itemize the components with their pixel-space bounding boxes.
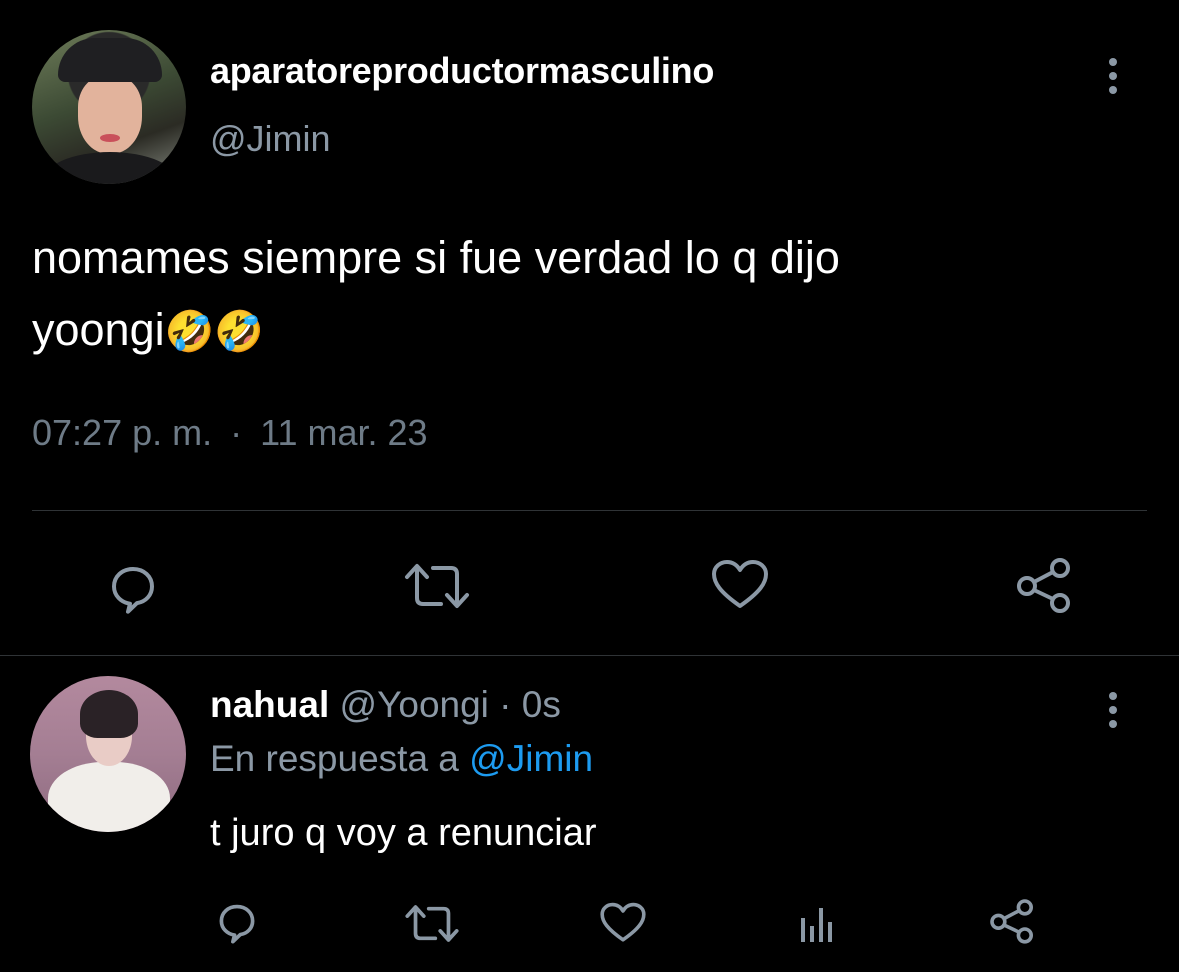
reply-tweet-avatar[interactable] xyxy=(30,676,186,832)
avatar-hair xyxy=(80,690,138,738)
avatar-shoulder xyxy=(42,152,178,184)
reply-icon[interactable] xyxy=(214,900,260,946)
retweet-icon[interactable] xyxy=(403,560,471,612)
reply-to-handle-link[interactable]: @Jimin xyxy=(469,738,593,779)
retweet-icon[interactable] xyxy=(404,902,460,945)
analytics-icon[interactable] xyxy=(797,904,837,944)
share-icon[interactable] xyxy=(988,897,1036,945)
reply-tweet-header: nahual @Yoongi · 0s xyxy=(210,684,561,726)
share-icon[interactable] xyxy=(1014,555,1074,615)
main-tweet-text-line2-word: yoongi xyxy=(32,304,165,355)
reply-tweet-text: t juro q voy a renunciar xyxy=(210,812,597,854)
reply-icon[interactable] xyxy=(105,561,161,617)
main-tweet-handle[interactable]: @Jimin xyxy=(210,118,331,160)
reply-tweet-time: 0s xyxy=(521,684,561,725)
rofl-emoji: 🤣🤣 xyxy=(164,310,265,354)
like-icon[interactable] xyxy=(710,559,770,611)
reply-tweet-more-options-icon[interactable] xyxy=(1098,688,1128,732)
reply-to-label: En respuesta a xyxy=(210,738,470,779)
main-tweet-more-options-icon[interactable] xyxy=(1098,54,1128,98)
like-icon[interactable] xyxy=(599,902,647,944)
reply-tweet-display-name[interactable]: nahual xyxy=(210,684,329,725)
avatar-shirt xyxy=(48,762,170,832)
main-tweet-text: nomames siempre si fue verdad lo q dijo … xyxy=(32,222,1142,368)
avatar-face xyxy=(78,76,142,154)
reply-tweet-handle[interactable]: @Yoongi xyxy=(340,684,489,725)
avatar-mouth xyxy=(100,134,120,142)
main-tweet-text-line1: nomames siempre si fue verdad lo q dijo xyxy=(32,232,840,283)
main-tweet-avatar[interactable] xyxy=(32,30,186,184)
main-tweet-text-line2: yoongi🤣🤣 xyxy=(32,294,1142,368)
meta-separator: · xyxy=(230,412,243,453)
meta-separator: · xyxy=(488,684,522,725)
avatar-cap xyxy=(58,38,162,82)
reply-context: En respuesta a @Jimin xyxy=(210,738,593,780)
main-tweet-date: 11 mar. 23 xyxy=(260,412,428,453)
divider xyxy=(32,510,1147,511)
divider xyxy=(0,655,1179,656)
main-tweet-display-name[interactable]: aparatoreproductormasculino xyxy=(210,50,714,92)
main-tweet-timestamp: 07:27 p. m. · 11 mar. 23 xyxy=(32,412,428,454)
main-tweet-time: 07:27 p. m. xyxy=(32,412,213,453)
